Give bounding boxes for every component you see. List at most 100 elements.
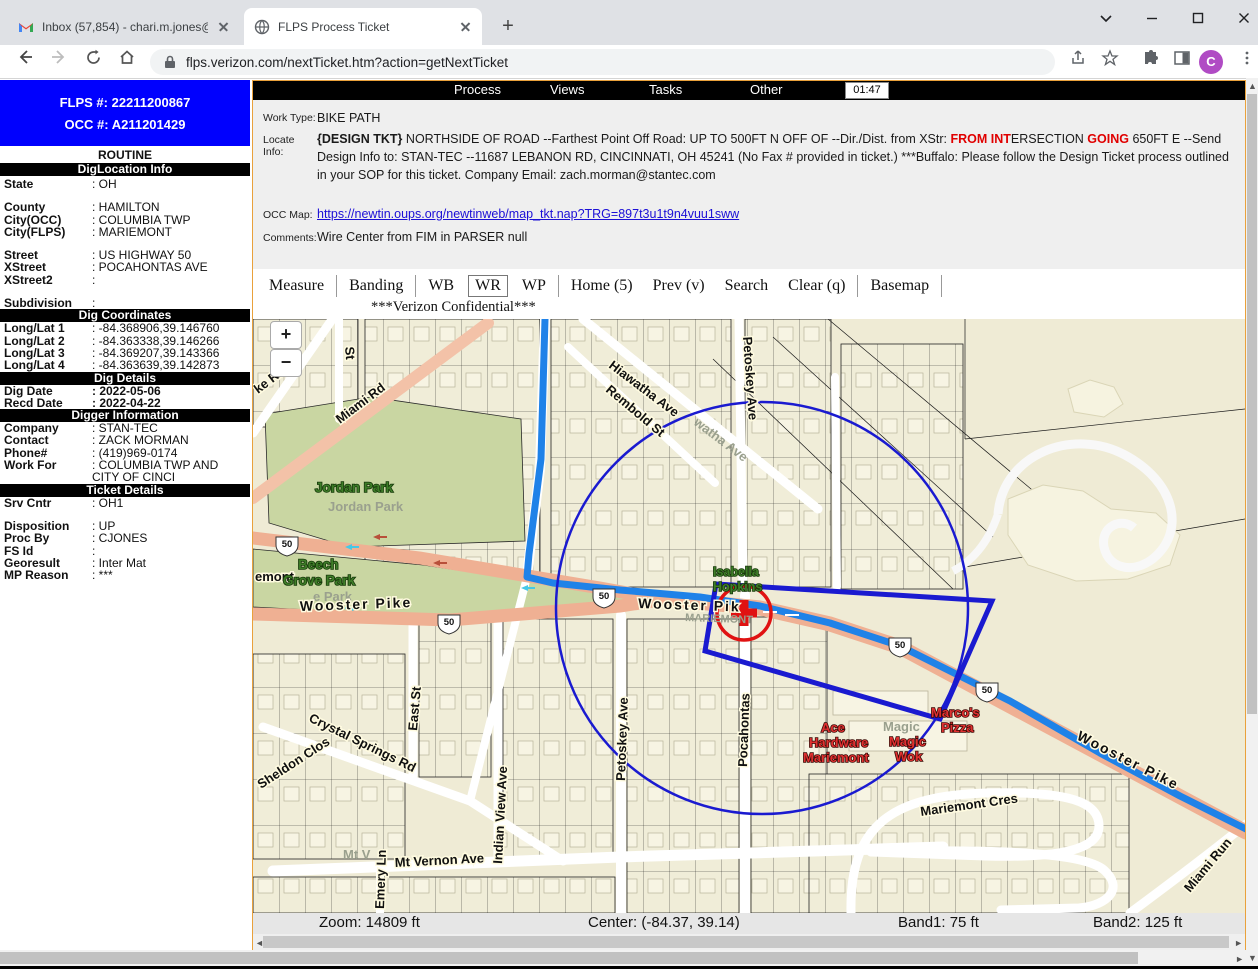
chrome-menu-chevron-icon[interactable] <box>1083 0 1129 36</box>
row-value: : <box>92 545 250 557</box>
ticket-id-header: FLPS #: 22211200867 OCC #: A211201429 <box>0 80 250 146</box>
row-label: FS Id <box>4 545 92 557</box>
scroll-right-icon[interactable]: ► <box>1235 954 1244 964</box>
jordan-park-area <box>265 397 525 547</box>
row-label: MP Reason <box>4 569 92 581</box>
tab-title: FLPS Process Ticket <box>278 20 450 34</box>
svg-text:MARIEMONT: MARIEMONT <box>685 612 753 626</box>
row-value: : -84.363639,39.142873 <box>92 359 250 371</box>
ticket-content-panel: Process Views Tasks Other 01:47 Work Typ… <box>252 80 1246 952</box>
window-minimize-button[interactable] <box>1129 0 1175 36</box>
browser-toolbar: flps.verizon.com/nextTicket.htm?action=g… <box>0 45 1258 79</box>
browser-tab-strip: Inbox (57,854) - chari.m.jones@v FLPS Pr… <box>0 0 1258 45</box>
tab-close-icon[interactable] <box>458 19 474 35</box>
tool-clear[interactable]: Clear (q) <box>788 277 845 295</box>
row-value: : 2022-05-06 <box>92 385 250 397</box>
tool-basemap[interactable]: Basemap <box>870 277 929 295</box>
scrollbar-thumb[interactable] <box>263 936 1229 948</box>
map-zoom-out-button[interactable]: − <box>270 349 302 377</box>
row-value: : COLUMBIA TWP AND CITY OF CINCI <box>92 459 250 484</box>
scrollbar-thumb[interactable] <box>0 952 1138 964</box>
svg-text:Magic: Magic <box>883 719 920 734</box>
browser-menu-dots-icon[interactable] <box>1234 49 1258 75</box>
tool-wb[interactable]: WB <box>428 277 454 295</box>
map-status-bar: Zoom: 14809 ft Center: (-84.37, 39.14) B… <box>253 913 1245 934</box>
row-label: Proc By <box>4 532 92 544</box>
tab-flps-ticket[interactable]: FLPS Process Ticket <box>244 8 482 45</box>
label-emery-ln: Emery Ln <box>372 849 389 909</box>
home-icon[interactable] <box>114 48 140 74</box>
label-ace-mariemont: Mariemont <box>803 750 869 765</box>
map-horizontal-scrollbar[interactable]: ◄ ► <box>253 934 1245 951</box>
menu-other[interactable]: Other <box>750 82 783 97</box>
label-st: St <box>342 346 358 361</box>
scroll-up-icon[interactable]: ▲ <box>1248 81 1257 91</box>
svg-text:Jordan Park: Jordan Park <box>328 499 404 514</box>
label-petoskey-ave-s: Petoskey Ave <box>613 697 631 781</box>
svg-text:50: 50 <box>444 617 455 628</box>
tool-home[interactable]: Home (5) <box>571 277 633 295</box>
tool-search[interactable]: Search <box>725 277 769 295</box>
map-viewport[interactable]: 50 50 50 50 50 Jordan Park e Park watha … <box>253 319 1245 913</box>
row-value: : *** <box>92 569 250 581</box>
row-value: : OH <box>92 178 250 190</box>
occ-map-label: OCC Map: <box>263 209 313 221</box>
window-maximize-button[interactable] <box>1175 0 1221 36</box>
row-label: State <box>4 178 92 190</box>
menu-views[interactable]: Views <box>550 82 584 97</box>
scrollbar-thumb[interactable] <box>1247 94 1257 714</box>
tool-banding[interactable]: Banding <box>349 277 403 295</box>
page-horizontal-scrollbar[interactable]: ► <box>0 950 1246 966</box>
side-panel-icon[interactable] <box>1169 49 1195 75</box>
label-hopkins: Hopkins <box>713 580 762 594</box>
row-label: XStreet2 <box>4 274 92 286</box>
forward-icon[interactable] <box>46 48 72 74</box>
new-tab-button[interactable]: + <box>496 14 520 38</box>
row-value: : -84.368906,39.146760 <box>92 322 250 334</box>
occ-map-link[interactable]: https://newtin.oups.org/newtinweb/map_tk… <box>317 207 739 221</box>
label-marcos: Marco's <box>931 705 980 720</box>
reload-icon[interactable] <box>80 48 106 74</box>
tool-wp[interactable]: WP <box>522 277 546 295</box>
label-ace: Ace <box>821 720 845 735</box>
bookmark-star-icon[interactable] <box>1097 49 1123 75</box>
profile-avatar[interactable]: C <box>1199 50 1223 74</box>
row-value: : Inter Mat <box>92 557 250 569</box>
tool-wr-selected[interactable]: WR <box>468 275 508 297</box>
menu-tasks[interactable]: Tasks <box>649 82 682 97</box>
scroll-down-icon[interactable]: ▼ <box>1248 953 1257 963</box>
row-label: XStreet <box>4 261 92 273</box>
row-label: Long/Lat 4 <box>4 359 92 371</box>
label-grove-park: Grove Park <box>283 573 356 588</box>
occ-map-row: https://newtin.oups.org/newtinweb/map_tk… <box>317 205 1239 223</box>
label-beech: Beech <box>298 557 339 572</box>
menu-process[interactable]: Process <box>454 82 501 97</box>
map-toolbar: Measure Banding WB WR WP Home (5) Prev (… <box>259 273 944 299</box>
url-bar[interactable]: flps.verizon.com/nextTicket.htm?action=g… <box>150 49 1055 75</box>
label-pocahontas: Pocahontas <box>735 693 753 767</box>
map-zoom-in-button[interactable]: + <box>270 321 302 349</box>
row-label: Srv Cntr <box>4 497 92 509</box>
screen: Inbox (57,854) - chari.m.jones@v FLPS Pr… <box>0 0 1258 969</box>
page-vertical-scrollbar[interactable]: ▲ ▼ <box>1246 78 1258 966</box>
svg-text:50: 50 <box>599 591 610 602</box>
row-label: Dig Date <box>4 385 92 397</box>
tab-close-icon[interactable] <box>216 19 232 35</box>
flps-number: FLPS #: 22211200867 <box>0 93 250 112</box>
ticket-timer: 01:47 <box>845 82 889 99</box>
row-label: Contact <box>4 434 92 446</box>
tool-measure[interactable]: Measure <box>269 277 324 295</box>
label-isabella: Isabella <box>713 565 760 579</box>
share-icon[interactable] <box>1066 49 1092 75</box>
tool-prev[interactable]: Prev (v) <box>653 277 705 295</box>
app-menu-bar: Process Views Tasks Other 01:47 <box>253 81 1245 100</box>
extensions-puzzle-icon[interactable] <box>1138 49 1164 75</box>
window-close-button[interactable] <box>1221 0 1258 36</box>
status-band1: Band1: 75 ft <box>898 914 979 931</box>
occ-number: OCC #: A211201429 <box>0 115 250 134</box>
scroll-right-icon[interactable]: ► <box>1234 938 1243 948</box>
row-label: City(FLPS) <box>4 226 92 238</box>
row-value: : CJONES <box>92 532 250 544</box>
back-icon[interactable] <box>12 48 38 74</box>
tab-gmail-inbox[interactable]: Inbox (57,854) - chari.m.jones@v <box>8 8 240 45</box>
